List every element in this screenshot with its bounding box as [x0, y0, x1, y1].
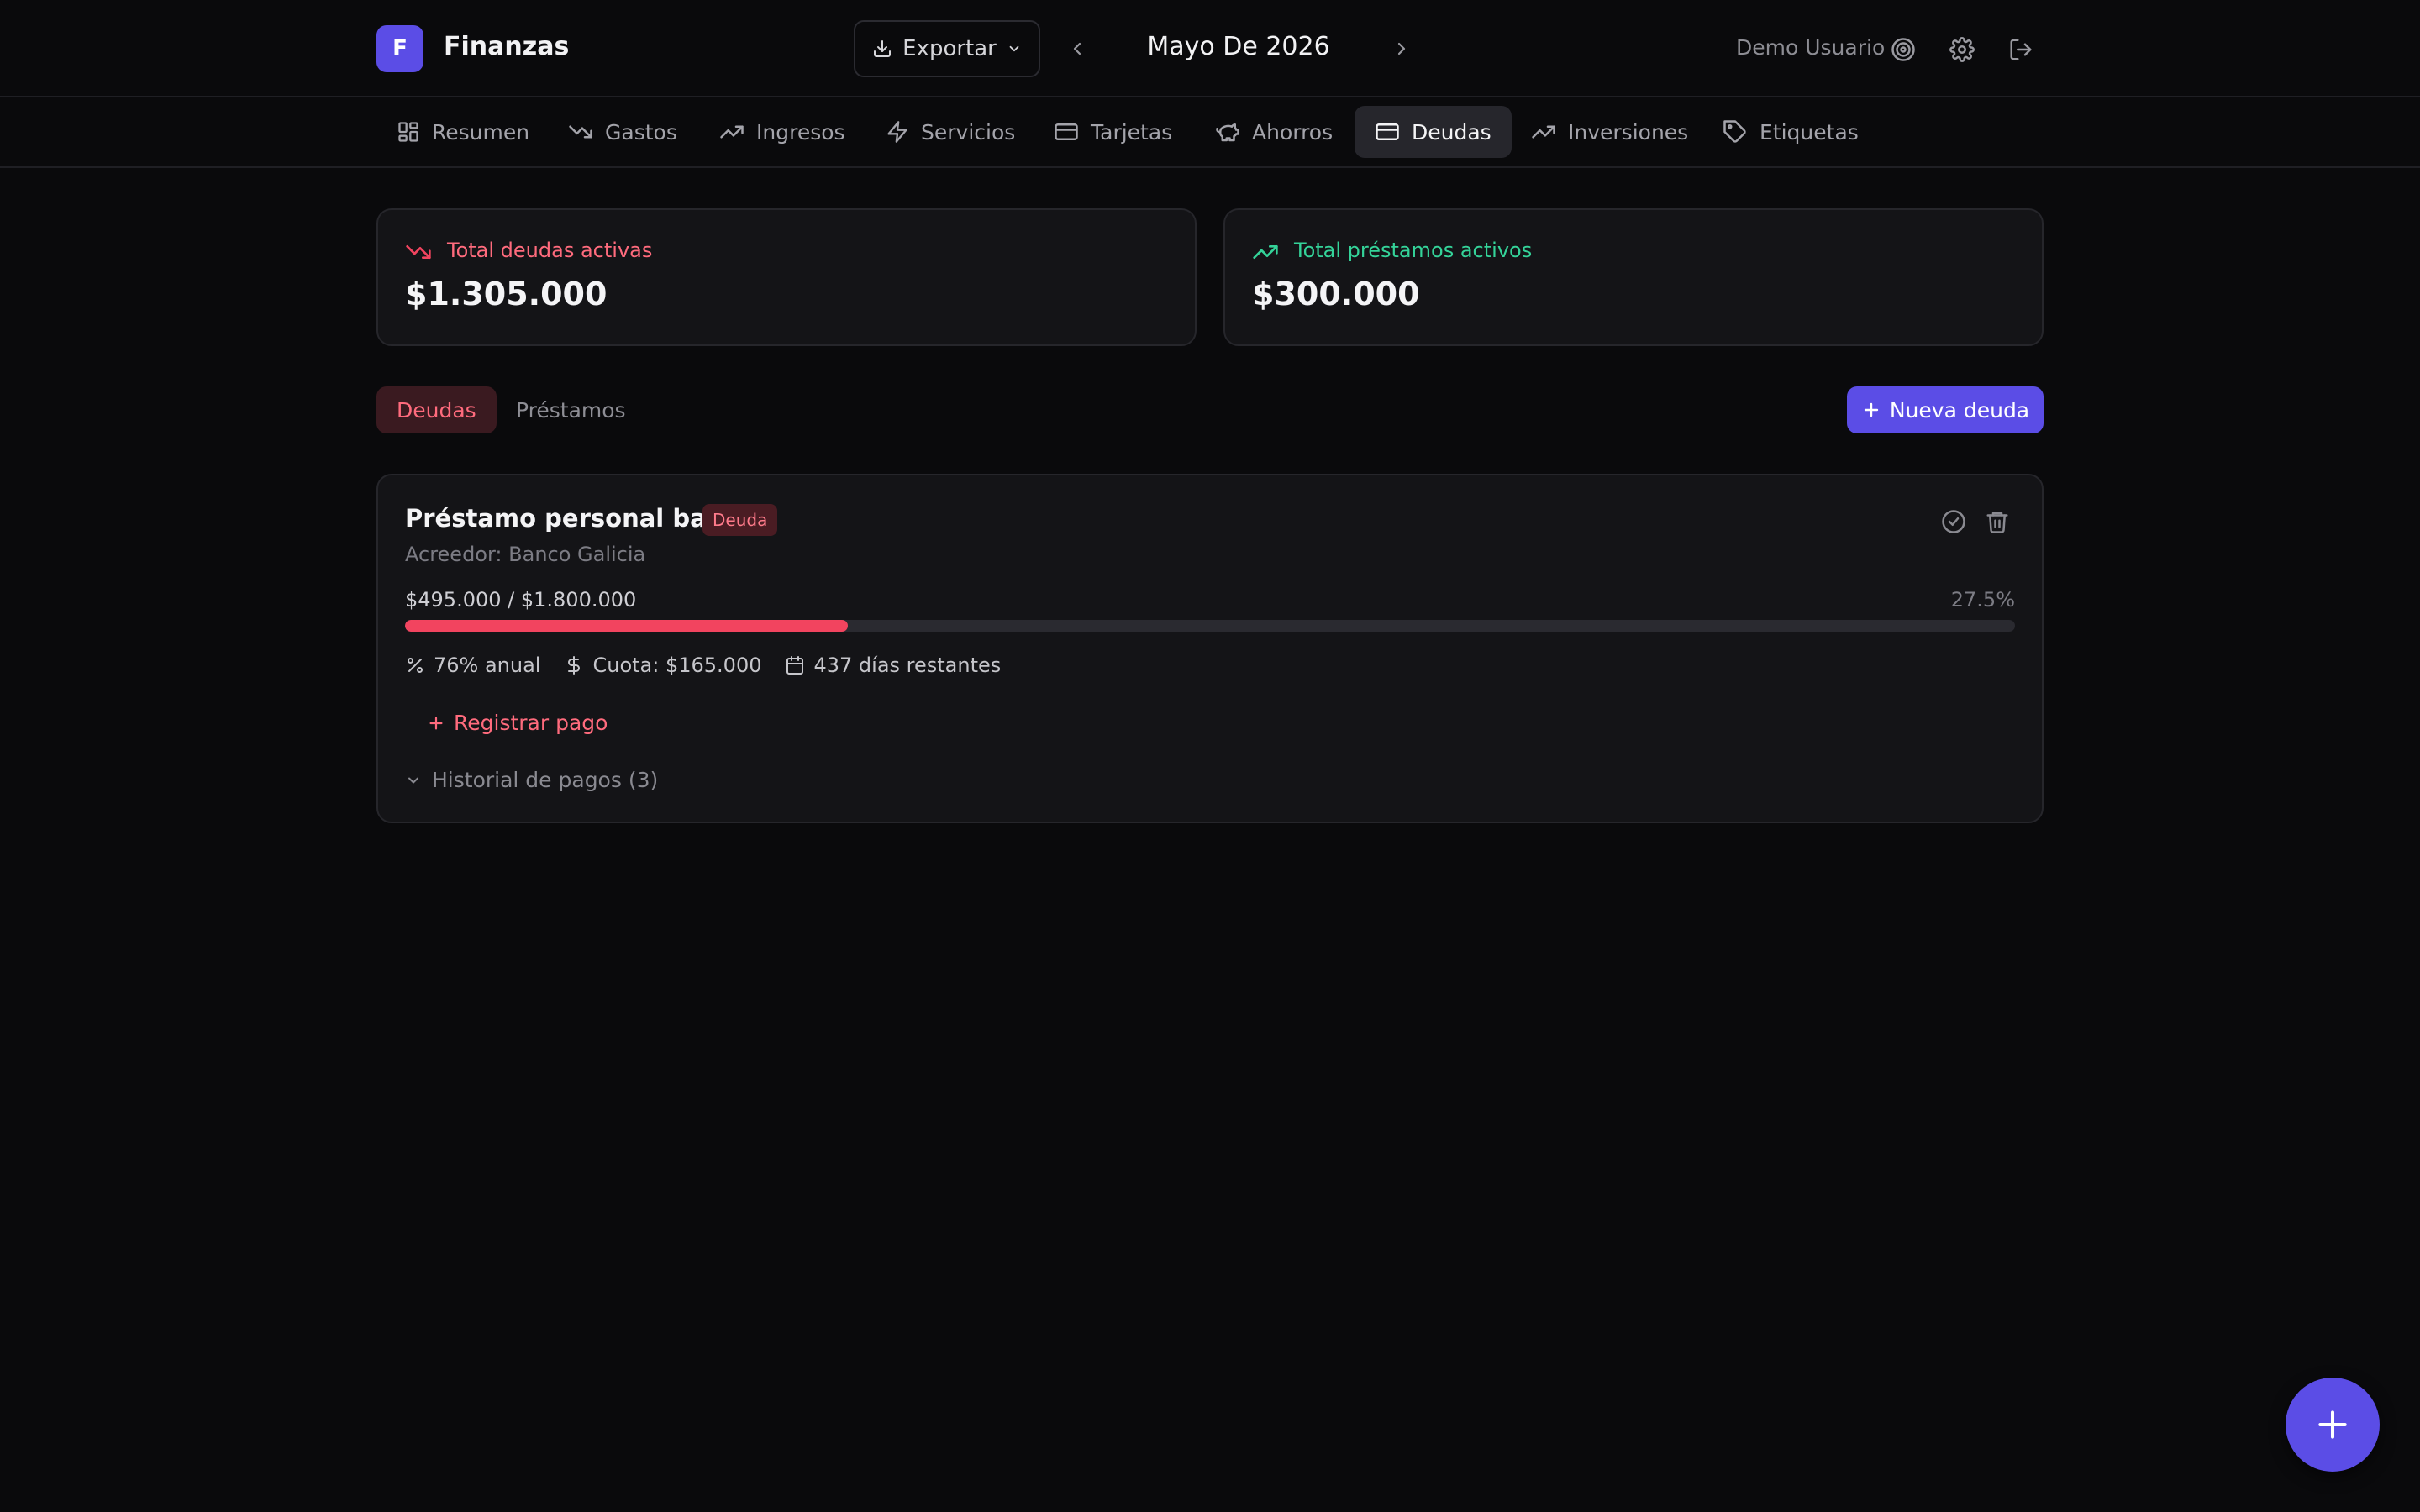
tab-deudas[interactable]: Deudas — [1355, 106, 1512, 158]
percent-icon — [405, 655, 425, 675]
new-debt-label: Nueva deuda — [1889, 397, 2030, 423]
installment: Cuota: $165.000 — [564, 654, 761, 677]
tab-gastos[interactable]: Gastos — [548, 106, 697, 158]
chevron-down-icon — [405, 772, 422, 789]
user-name: Demo Usuario — [1736, 35, 1886, 60]
grid-icon — [397, 120, 420, 144]
zap-icon — [886, 120, 909, 144]
total-debts-value: $1.305.000 — [405, 276, 608, 312]
export-button[interactable]: Exportar — [854, 20, 1040, 77]
current-month: Mayo De 2026 — [1147, 32, 1330, 61]
trending-up-icon — [1531, 119, 1556, 144]
tab-label: Ingresos — [756, 119, 845, 144]
segment-tab-deudas[interactable]: Deudas — [376, 386, 497, 433]
chevron-left-icon — [1067, 39, 1087, 59]
download-icon — [872, 39, 892, 59]
payment-history-label: Historial de pagos (3) — [432, 768, 659, 792]
tab-ingresos[interactable]: Ingresos — [699, 106, 865, 158]
tab-label: Deudas — [1412, 119, 1491, 144]
segment-tab-prestamos[interactable]: Préstamos — [496, 386, 646, 433]
previous-month-button[interactable] — [1062, 34, 1092, 64]
target-icon — [1891, 37, 1916, 62]
debt-type-badge: Deuda — [702, 504, 778, 536]
tab-servicios[interactable]: Servicios — [865, 106, 1035, 158]
interest-rate: 76% anual — [405, 654, 540, 677]
check-circle-icon — [1941, 509, 1966, 534]
days-remaining-text: 437 días restantes — [813, 654, 1002, 677]
tab-tarjetas[interactable]: Tarjetas — [1034, 106, 1192, 158]
target-button[interactable] — [1887, 34, 1919, 66]
days-remaining: 437 días restantes — [785, 654, 1001, 677]
wallet-card-icon — [1375, 119, 1400, 144]
tab-label: Inversiones — [1568, 119, 1689, 144]
app-logo[interactable]: F — [376, 25, 424, 72]
total-loans-card: Total préstamos activos $300.000 — [1223, 208, 2044, 346]
debt-card: Préstamo personal banco Deuda Acreedor: … — [376, 474, 2044, 823]
logout-icon — [2008, 37, 2033, 62]
top-header: F Finanzas Exportar Mayo De 2026 Demo Us… — [0, 0, 2420, 97]
tab-etiquetas[interactable]: Etiquetas — [1702, 106, 1879, 158]
tab-label: Gastos — [605, 119, 677, 144]
register-payment-button[interactable]: Registrar pago — [427, 711, 608, 735]
tab-label: Resumen — [432, 119, 530, 144]
trending-down-icon — [405, 239, 432, 265]
calendar-icon — [785, 655, 805, 675]
total-debts-card: Total deudas activas $1.305.000 — [376, 208, 1197, 346]
piggy-bank-icon — [1215, 119, 1240, 144]
total-debts-label: Total deudas activas — [447, 239, 653, 262]
interest-rate-text: 76% anual — [434, 654, 541, 677]
tab-label: Ahorros — [1252, 119, 1334, 144]
trending-down-icon — [568, 119, 593, 144]
next-month-button[interactable] — [1386, 34, 1417, 64]
installment-text: Cuota: $165.000 — [592, 654, 762, 677]
app-title: Finanzas — [444, 32, 570, 61]
credit-card-icon — [1054, 119, 1079, 144]
debt-progress-bar — [405, 620, 2015, 632]
tab-ahorros[interactable]: Ahorros — [1195, 106, 1353, 158]
debt-progress-fill — [405, 620, 848, 632]
chevron-right-icon — [1392, 39, 1412, 59]
trash-icon — [1985, 509, 2010, 534]
tab-resumen[interactable]: Resumen — [376, 106, 550, 158]
plus-icon — [2314, 1406, 2351, 1443]
new-debt-button[interactable]: Nueva deuda — [1847, 386, 2044, 433]
mark-paid-button[interactable] — [1939, 507, 1968, 536]
debt-creditor: Acreedor: Banco Galicia — [405, 543, 646, 566]
total-loans-value: $300.000 — [1252, 276, 1420, 312]
tab-label: Tarjetas — [1091, 119, 1173, 144]
trending-up-icon — [719, 119, 744, 144]
debt-details: 76% anual Cuota: $165.000 437 días resta… — [405, 654, 1001, 677]
payment-history-toggle[interactable]: Historial de pagos (3) — [405, 768, 658, 792]
tab-label: Etiquetas — [1760, 119, 1859, 144]
export-label: Exportar — [902, 36, 997, 61]
plus-icon — [1861, 400, 1881, 420]
tab-label: Servicios — [921, 119, 1016, 144]
debt-percent: 27.5% — [1950, 588, 2015, 612]
settings-button[interactable] — [1946, 34, 1978, 66]
tag-icon — [1723, 119, 1748, 144]
tab-inversiones[interactable]: Inversiones — [1511, 106, 1708, 158]
floating-add-button[interactable] — [2286, 1378, 2380, 1472]
plus-icon — [427, 714, 445, 732]
trending-up-icon — [1252, 239, 1279, 265]
chevron-down-icon — [1007, 41, 1022, 56]
gear-icon — [1949, 37, 1975, 62]
total-loans-label: Total préstamos activos — [1294, 239, 1533, 262]
main-nav: Resumen Gastos Ingresos Servicios Tarjet… — [0, 97, 2420, 168]
delete-debt-button[interactable] — [1983, 507, 2012, 536]
dollar-icon — [564, 655, 584, 675]
register-payment-label: Registrar pago — [454, 711, 608, 735]
debt-amount: $495.000 / $1.800.000 — [405, 588, 637, 612]
logout-button[interactable] — [2005, 34, 2037, 66]
